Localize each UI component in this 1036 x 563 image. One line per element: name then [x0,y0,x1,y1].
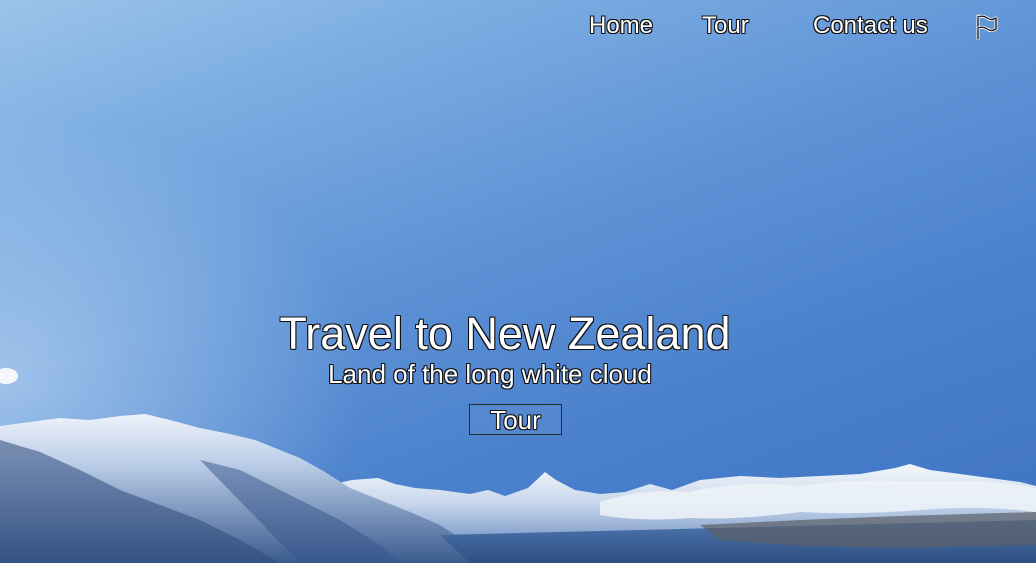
flag-icon[interactable] [975,14,999,41]
nav-home-link[interactable]: Home [589,10,653,42]
hero-section: Home Tour Contact us Travel to New Zeala… [0,0,1036,563]
tour-button[interactable]: Tour [469,404,562,435]
nav-contact-link[interactable]: Contact us [813,10,928,42]
mountain-landscape-image [0,368,1036,563]
nav-tour-link[interactable]: Tour [702,10,749,42]
hero-subtitle: Land of the long white cloud [328,359,652,389]
top-navigation: Home Tour Contact us [0,10,1036,44]
hero-title: Travel to New Zealand [279,308,731,359]
